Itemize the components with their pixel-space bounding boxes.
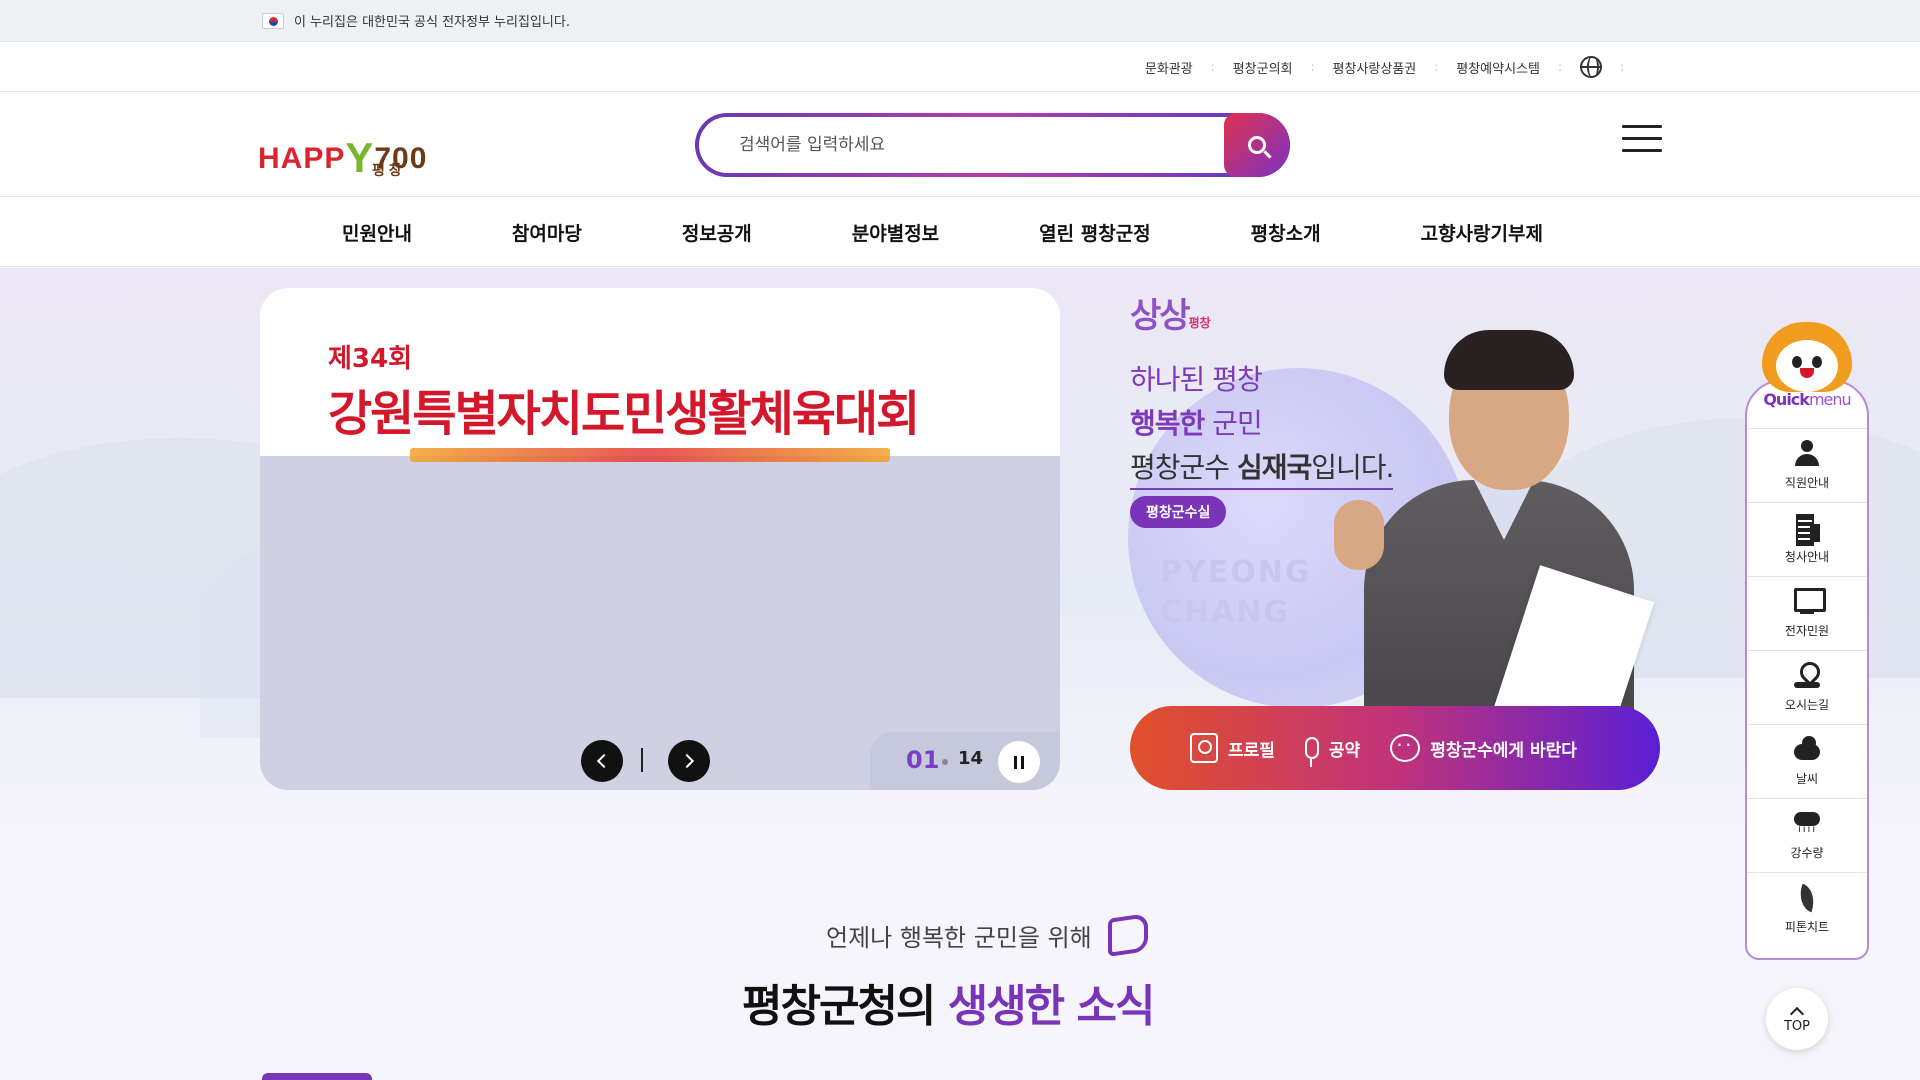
quick-item-rainfall[interactable]: 강수량 [1747, 798, 1867, 872]
util-link-culture[interactable]: 문화관광 [1125, 58, 1213, 77]
governor-slogan-2: 행복한 군민 [1130, 407, 1263, 440]
microphone-icon [1304, 737, 1319, 767]
search-button[interactable] [1224, 113, 1290, 177]
slide-prev-button[interactable] [581, 740, 623, 782]
menu-button[interactable] [1622, 125, 1662, 153]
banner-kicker: 제34회 [328, 344, 413, 374]
slide-total: 14 [958, 748, 984, 769]
quick-item-label: 전자민원 [1784, 624, 1830, 638]
profile-icon [1190, 733, 1218, 763]
chevron-right-icon [679, 753, 695, 769]
news-kicker-text: 언제나 행복한 군민을 위해 [826, 923, 1092, 952]
pause-icon [1014, 755, 1017, 769]
logo-subtitle: 평창 [372, 163, 406, 179]
quick-menu-mascot [1762, 322, 1852, 398]
quick-item-weather[interactable]: 날씨 [1747, 724, 1867, 798]
nav-item-civil[interactable]: 민원안내 [342, 219, 412, 246]
main-navigation: 민원안내 참여마당 정보공개 분야별정보 열린 평창군정 평창소개 고향사랑기부… [0, 197, 1920, 267]
chevron-left-icon [596, 753, 612, 769]
weather-cloud-icon [1792, 736, 1822, 764]
rain-cloud-icon [1792, 810, 1822, 838]
logo-text-y: Y [345, 134, 375, 181]
slide-pause-button[interactable] [998, 741, 1040, 783]
scroll-top-button[interactable]: TOP [1766, 988, 1828, 1050]
logo-text-happ: HAPP [258, 142, 346, 175]
gov-official-banner: 이 누리집은 대한민국 공식 전자정부 누리집입니다. [0, 0, 1920, 42]
governor-slogan-1: 하나된 평창 [1130, 363, 1263, 396]
main-banner-slide[interactable]: 제34회 강원특별자치도민생활체육대회 [260, 288, 1060, 790]
slide-control-divider [641, 748, 643, 772]
quick-item-label: 직원안내 [1784, 476, 1830, 490]
banner-subtitle-strip [410, 448, 890, 462]
nav-item-about[interactable]: 평창소개 [1251, 219, 1321, 246]
governor-pledge-link[interactable]: 공약 [1304, 736, 1361, 767]
governor-watermark: PYEONG CHANG [1160, 555, 1312, 630]
user-icon [1792, 440, 1822, 468]
util-link-reservation[interactable]: 평창예약시스템 [1434, 58, 1560, 77]
util-link-voucher[interactable]: 평창사랑상품권 [1311, 58, 1437, 77]
chat-bubble-icon [1390, 734, 1421, 762]
util-link-council[interactable]: 평창군의회 [1211, 58, 1313, 77]
building-icon [1792, 514, 1822, 546]
quick-item-office[interactable]: 청사안내 [1747, 502, 1867, 576]
quick-item-label: 날씨 [1795, 772, 1819, 786]
language-button[interactable] [1558, 56, 1622, 78]
search-icon [1248, 136, 1266, 154]
governor-profile-link[interactable]: 프로필 [1190, 733, 1275, 763]
quick-item-label: 오시는길 [1784, 698, 1830, 712]
slide-current: 01 [906, 746, 940, 774]
monitor-icon [1792, 588, 1826, 616]
nav-item-participation[interactable]: 참여마당 [512, 219, 582, 246]
quick-item-directions[interactable]: 오시는길 [1747, 650, 1867, 724]
quick-item-phytoncide[interactable]: 피톤치트 [1747, 872, 1867, 946]
quick-item-staff[interactable]: 직원안내 [1747, 428, 1867, 502]
slide-counter: 01 14 [870, 732, 1060, 790]
quick-item-label: 피톤치트 [1784, 920, 1830, 934]
site-logo[interactable]: HAPPY700 평창 [258, 110, 426, 181]
banner-title: 강원특별자치도민생활체육대회 [328, 386, 920, 442]
governor-brand-logo: 상상평창 [1130, 296, 1211, 336]
news-section-title: 평창군청의 생생한 소식 [742, 981, 1155, 1032]
korea-flag-icon [262, 12, 284, 29]
megaphone-icon [1107, 913, 1148, 957]
governor-photo [1304, 330, 1655, 745]
governor-petition-label: 평창군수에게 바란다 [1430, 740, 1577, 761]
slide-counter-dot [942, 759, 948, 765]
search-input[interactable] [739, 129, 1179, 161]
map-pin-icon [1792, 662, 1822, 690]
quick-menu: Quickmenu 직원안내 청사안내 전자민원 오시는길 날씨 강수량 피톤치… [1745, 380, 1869, 960]
slide-next-button[interactable] [668, 740, 710, 782]
quick-item-label: 청사안내 [1784, 550, 1830, 564]
nav-item-hometown-donation[interactable]: 고향사랑기부제 [1421, 219, 1543, 246]
leaf-icon [1792, 884, 1822, 912]
utility-bar: 문화관광 평창군의회 평창사랑상품권 평창예약시스템 [0, 42, 1920, 92]
gov-banner-text: 이 누리집은 대한민국 공식 전자정부 누리집입니다. [294, 15, 570, 30]
banner-header: 제34회 강원특별자치도민생활체육대회 [260, 288, 1060, 456]
governor-profile-label: 프로필 [1228, 740, 1275, 761]
news-section-kicker: 언제나 행복한 군민을 위해 [826, 913, 1148, 957]
governor-petition-link[interactable]: 평창군수에게 바란다 [1390, 734, 1577, 762]
hamburger-icon [1622, 125, 1662, 128]
nav-item-field-info[interactable]: 분야별정보 [852, 219, 939, 246]
globe-icon [1580, 56, 1602, 78]
governor-pledge-label: 공약 [1328, 740, 1361, 761]
site-header: HAPPY700 평창 [0, 92, 1920, 197]
news-tab-active[interactable] [262, 1073, 372, 1080]
nav-item-administration[interactable]: 열린 평창군정 [1039, 219, 1151, 246]
governor-office-badge[interactable]: 평창군수실 [1130, 496, 1227, 528]
quick-item-e-civil[interactable]: 전자민원 [1747, 576, 1867, 650]
quick-item-label: 강수량 [1790, 846, 1824, 860]
search-box [695, 113, 1290, 177]
nav-item-disclosure[interactable]: 정보공개 [682, 219, 752, 246]
governor-actions: 프로필 공약 평창군수에게 바란다 [1130, 706, 1660, 790]
